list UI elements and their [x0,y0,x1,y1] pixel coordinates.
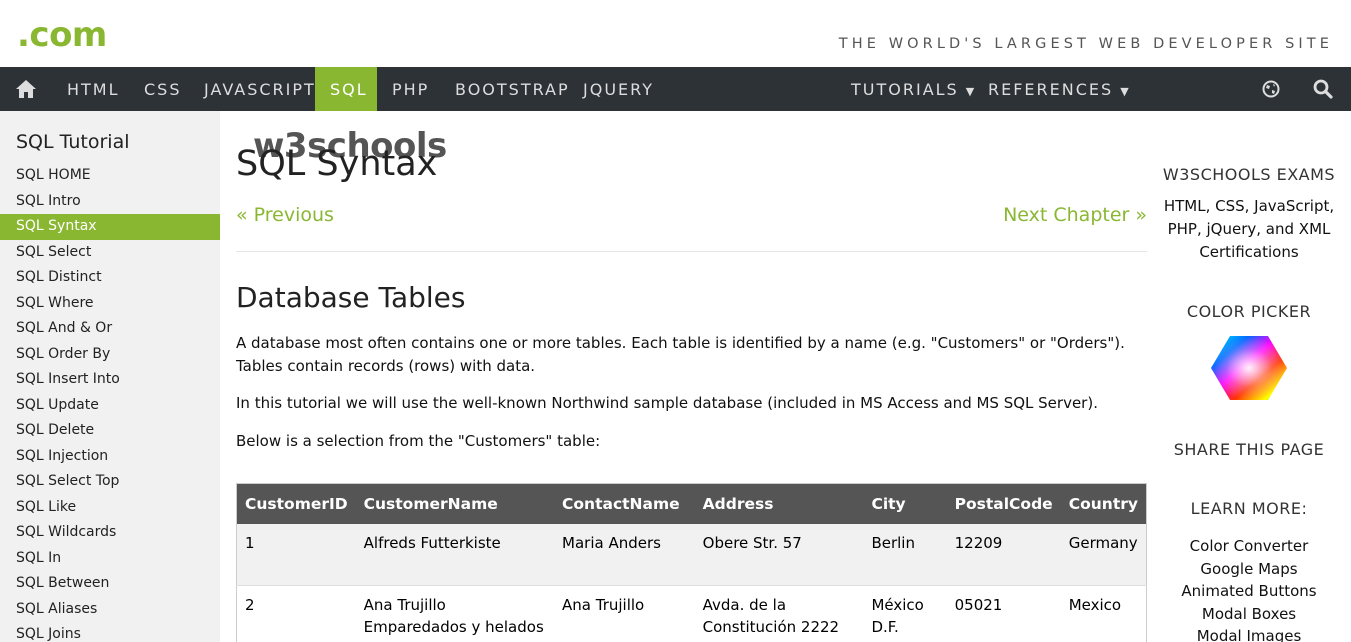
sidebar-title: SQL Tutorial [16,131,130,153]
sidebar-item-sql-order-by[interactable]: SQL Order By [0,342,220,368]
table-header-row: CustomerID CustomerName ContactName Addr… [236,483,1147,524]
link-color-converter[interactable]: Color Converter [1147,537,1351,555]
sidebar-item-sql-select[interactable]: SQL Select [0,240,220,266]
main-nav: HTML CSS JAVASCRIPT SQL PHP BOOTSTRAP JQ… [0,67,1351,111]
nav-css[interactable]: CSS [144,67,181,111]
customers-table: CustomerID CustomerName ContactName Addr… [236,483,1147,642]
sidebar-item-sql-and-or[interactable]: SQL And & Or [0,316,220,342]
sidebar-item-sql-in[interactable]: SQL In [0,546,220,572]
column-header: City [863,483,947,524]
color-picker-icon[interactable] [1210,335,1288,405]
nav-jquery[interactable]: JQUERY [583,67,654,111]
link-animated-buttons[interactable]: Animated Buttons [1147,582,1351,600]
sidebar-item-sql-between[interactable]: SQL Between [0,571,220,597]
nav-tutorials[interactable]: TUTORIALS ▼ [851,67,974,111]
nav-references-label: REFERENCES [988,80,1114,99]
link-modal-boxes[interactable]: Modal Boxes [1147,605,1351,623]
caret-down-icon: ▼ [1120,85,1129,98]
share-heading: SHARE THIS PAGE [1173,440,1325,459]
sidebar: SQL Tutorial SQL HOME SQL Intro SQL Synt… [0,111,220,642]
exams-link[interactable]: HTML, CSS, JavaScript, PHP, jQuery, and … [1147,195,1351,264]
sidebar-item-sql-select-top[interactable]: SQL Select Top [0,469,220,495]
nav-sql[interactable]: SQL [315,67,377,111]
nav-html[interactable]: HTML [67,67,120,111]
sidebar-list: SQL HOME SQL Intro SQL Syntax SQL Select… [0,163,220,642]
sidebar-item-sql-like[interactable]: SQL Like [0,495,220,521]
nav-php[interactable]: PHP [392,67,429,111]
column-header: Country [1060,483,1147,524]
sidebar-item-sql-injection[interactable]: SQL Injection [0,444,220,470]
sidebar-item-sql-where[interactable]: SQL Where [0,291,220,317]
sidebar-item-sql-aliases[interactable]: SQL Aliases [0,597,220,623]
sidebar-item-sql-joins[interactable]: SQL Joins [0,622,220,642]
search-icon[interactable] [1308,67,1338,111]
link-modal-images[interactable]: Modal Images [1147,627,1351,642]
table-cell: Mexico [1060,585,1147,642]
next-chapter-button[interactable]: Next Chapter » [1003,204,1147,226]
sidebar-item-sql-wildcards[interactable]: SQL Wildcards [0,520,220,546]
table-cell: 05021 [946,585,1061,642]
table-cell: 1 [236,523,356,586]
table-cell: Obere Str. 57 [694,523,864,586]
nav-tutorials-label: TUTORIALS [851,80,959,99]
column-header: Address [694,483,864,524]
column-header: CustomerID [236,483,356,524]
paragraph-northwind: In this tutorial we will use the well-kn… [236,394,1098,412]
sidebar-item-sql-syntax[interactable]: SQL Syntax [0,214,220,240]
caret-down-icon: ▼ [965,85,975,98]
column-header: PostalCode [946,483,1061,524]
nav-references[interactable]: REFERENCES ▼ [988,67,1129,111]
site-logo[interactable]: w3schools .com [17,15,447,166]
top-header: w3schools .com THE WORLD'S LARGEST WEB DE… [0,0,1351,166]
section-title: Database Tables [236,281,466,314]
sidebar-item-sql-intro[interactable]: SQL Intro [0,189,220,215]
sidebar-item-sql-delete[interactable]: SQL Delete [0,418,220,444]
table-cell: Alfreds Futterkiste [355,523,555,586]
link-google-maps[interactable]: Google Maps [1147,560,1351,578]
column-header: ContactName [554,483,695,524]
sidebar-item-sql-home[interactable]: SQL HOME [0,163,220,189]
table-cell: México D.F. [863,585,947,642]
table-cell: Ana Trujillo [554,585,695,642]
table-cell: Ana Trujillo Emparedados y helados [355,585,555,642]
logo-tld-text: .com [17,15,107,55]
table-cell: Berlin [863,523,947,586]
table-row: 1 Alfreds Futterkiste Maria Anders Obere… [236,523,1147,586]
paragraph-intro: A database most often contains one or mo… [236,334,1125,375]
table-cell: Avda. de la Constitución 2222 [694,585,864,642]
sidebar-item-sql-insert-into[interactable]: SQL Insert Into [0,367,220,393]
site-tagline: THE WORLD'S LARGEST WEB DEVELOPER SITE [838,36,1333,52]
previous-button[interactable]: « Previous [236,204,334,226]
nav-javascript[interactable]: JAVASCRIPT [204,67,316,111]
nav-bootstrap[interactable]: BOOTSTRAP [455,67,570,111]
learn-more-heading: LEARN MORE: [1190,499,1308,518]
table-cell: Germany [1060,523,1147,586]
exams-heading: W3SCHOOLS EXAMS [1162,165,1336,184]
table-row: 2 Ana Trujillo Emparedados y helados Ana… [236,585,1147,642]
globe-icon[interactable] [1256,67,1286,111]
page-title: SQL Syntax [236,144,438,184]
home-icon[interactable] [0,67,51,111]
table-cell: 12209 [946,523,1061,586]
color-picker-heading: COLOR PICKER [1186,302,1312,321]
table-cell: 2 [236,585,356,642]
divider [236,251,1147,252]
sidebar-item-sql-distinct[interactable]: SQL Distinct [0,265,220,291]
column-header: CustomerName [355,483,555,524]
paragraph-selection: Below is a selection from the "Customers… [236,432,601,450]
table-cell: Maria Anders [554,523,695,586]
sidebar-item-sql-update[interactable]: SQL Update [0,393,220,419]
